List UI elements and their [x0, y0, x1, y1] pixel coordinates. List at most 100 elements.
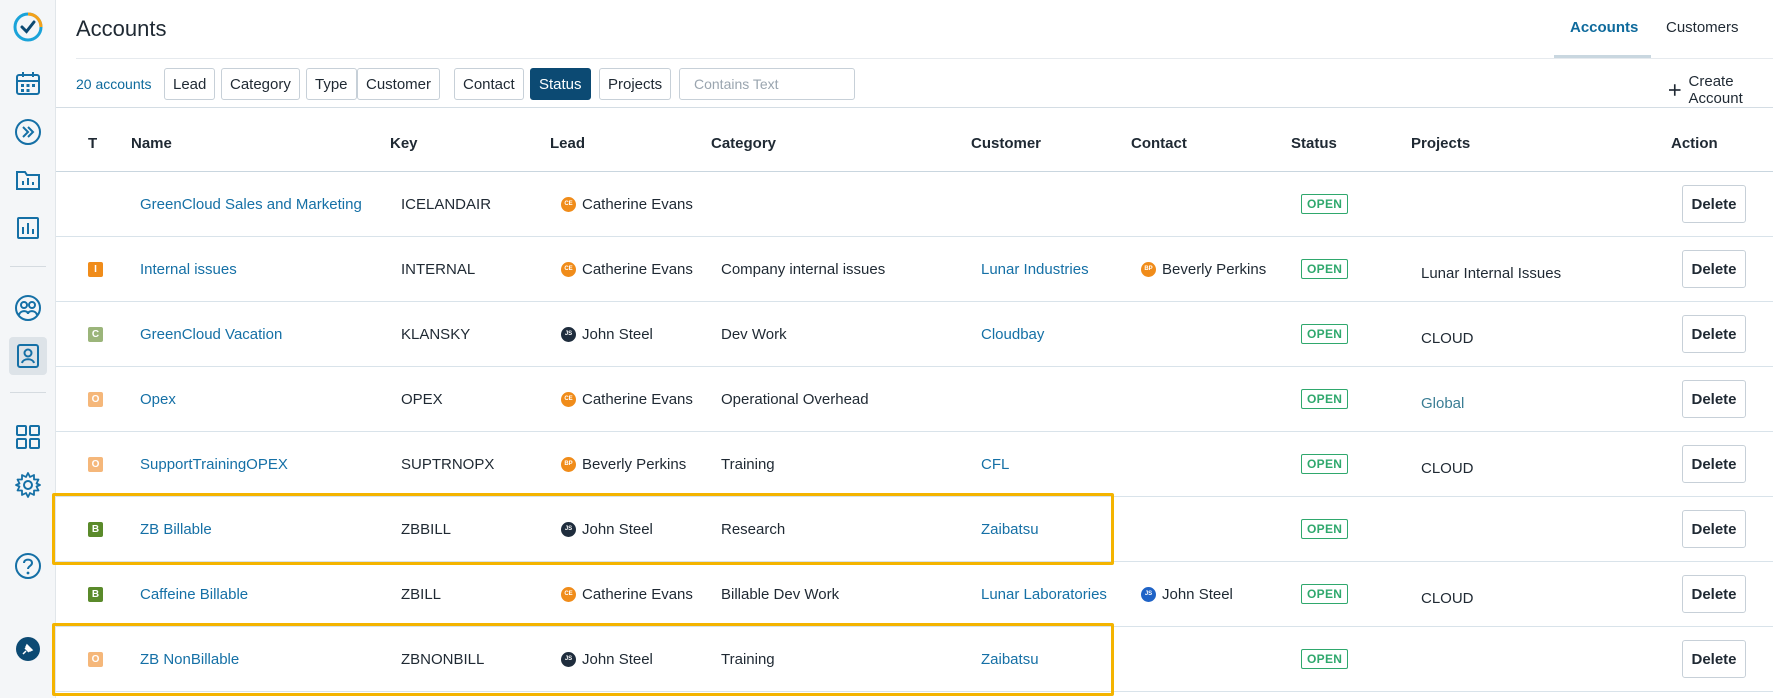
customer-link[interactable]: Lunar Laboratories — [981, 562, 1107, 626]
delete-button[interactable]: Delete — [1682, 380, 1746, 418]
category: Billable Dev Work — [721, 585, 840, 603]
column-header-name[interactable]: Name — [131, 135, 172, 152]
filter-status-button[interactable]: Status — [530, 68, 591, 100]
delete-button[interactable]: Delete — [1682, 640, 1746, 678]
column-header-status[interactable]: Status — [1291, 135, 1337, 152]
lead-cell: CE Catherine Evans — [561, 237, 693, 301]
delete-button[interactable]: Delete — [1682, 575, 1746, 613]
account-key: SUPTRNOPX — [401, 455, 495, 473]
customer-link[interactable]: Lunar Industries — [981, 237, 1089, 301]
account-key: ZBILL — [401, 585, 442, 603]
account-name-link[interactable]: SupportTrainingOPEX — [140, 432, 288, 496]
status-cell: OPEN — [1301, 302, 1349, 366]
team-icon[interactable] — [9, 289, 47, 327]
project-link[interactable]: Global — [1421, 371, 1464, 435]
avatar: JS — [561, 521, 576, 537]
account-name-link[interactable]: ZB NonBillable — [140, 627, 239, 691]
status-badge: OPEN — [1301, 584, 1349, 604]
status-badge: OPEN — [1301, 454, 1349, 474]
column-header-contact[interactable]: Contact — [1131, 135, 1187, 152]
filter-type-button[interactable]: Type — [306, 68, 357, 100]
project-name: CLOUD — [1421, 459, 1474, 477]
status-cell: OPEN — [1301, 562, 1349, 626]
column-header-customer[interactable]: Customer — [971, 135, 1041, 152]
account-key: ZBBILL — [401, 520, 452, 538]
table-row[interactable]: O ZB NonBillable ZBNONBILL JS John Steel Trai… — [56, 627, 1773, 692]
account-key: KLANSKY — [401, 325, 471, 343]
avatar: CE — [561, 261, 576, 277]
create-account-button[interactable]: Create Account — [1669, 73, 1773, 107]
table-row[interactable]: B ZB Billable ZBBILL JS John Steel Research Za… — [56, 497, 1773, 562]
type-cell: O — [88, 627, 103, 691]
account-name-link[interactable]: GreenCloud Vacation — [140, 302, 282, 366]
help-icon[interactable] — [9, 547, 47, 585]
type-badge: O — [88, 391, 103, 407]
filter-projects-button[interactable]: Projects — [599, 68, 672, 100]
lead-cell: BP Beverly Perkins — [561, 432, 686, 496]
column-header-lead[interactable]: Lead — [550, 135, 585, 152]
delete-button[interactable]: Delete — [1682, 445, 1746, 483]
contact-name: Beverly Perkins — [1162, 260, 1267, 278]
customer-link[interactable]: CFL — [981, 432, 1009, 496]
calendar-icon[interactable] — [9, 65, 47, 103]
pin-icon[interactable] — [9, 630, 47, 668]
filter-category-button[interactable]: Category — [221, 68, 300, 100]
lead-cell: JS John Steel — [561, 302, 653, 366]
search-input[interactable] — [679, 68, 855, 100]
status-cell: OPEN — [1301, 367, 1349, 431]
type-cell: B — [88, 497, 103, 561]
table-row[interactable]: I Internal issues INTERNAL CE Catherine Evan… — [56, 237, 1773, 302]
type-badge: B — [88, 586, 103, 602]
bar-chart-icon[interactable] — [9, 209, 47, 247]
apps-grid-icon[interactable] — [9, 418, 47, 456]
avatar: BP — [1141, 261, 1156, 277]
delete-button[interactable]: Delete — [1682, 510, 1746, 548]
column-header-projects[interactable]: Projects — [1411, 135, 1470, 152]
table-row[interactable]: C GreenCloud Vacation KLANSKY JS John Steel D… — [56, 302, 1773, 367]
folder-chart-icon[interactable] — [9, 161, 47, 199]
account-key: INTERNAL — [401, 260, 476, 278]
customer-link[interactable]: Zaibatsu — [981, 627, 1039, 691]
customer-link[interactable]: Zaibatsu — [981, 497, 1039, 561]
type-cell: C — [88, 302, 103, 366]
lead-cell: CE Catherine Evans — [561, 562, 693, 626]
category: Training — [721, 650, 775, 668]
filter-contact-button[interactable]: Contact — [454, 68, 524, 100]
delete-button[interactable]: Delete — [1682, 315, 1746, 353]
status-cell: OPEN — [1301, 627, 1349, 691]
table-row[interactable]: O Opex OPEX CE Catherine Evans Operational Ov… — [56, 367, 1773, 432]
type-badge: O — [88, 651, 103, 667]
avatar: CE — [561, 391, 576, 407]
gear-icon[interactable] — [9, 466, 47, 504]
table-row[interactable]: O SupportTrainingOPEX SUPTRNOPX BP Beverly P… — [56, 432, 1773, 497]
account-card-icon[interactable] — [9, 337, 47, 375]
filter-customer-button[interactable]: Customer — [357, 68, 441, 100]
status-cell: OPEN — [1301, 497, 1349, 561]
delete-button[interactable]: Delete — [1682, 185, 1746, 223]
account-name-link[interactable]: Opex — [140, 367, 176, 431]
project-name: Lunar Internal Issues — [1421, 264, 1562, 282]
filter-lead-button[interactable]: Lead — [164, 68, 216, 100]
tab-accounts[interactable]: Accounts — [1570, 19, 1638, 36]
column-header-action: Action — [1671, 135, 1718, 152]
status-badge: OPEN — [1301, 324, 1349, 344]
account-name-link[interactable]: Internal issues — [140, 237, 237, 301]
account-count: 20 accounts — [76, 76, 152, 92]
table-row[interactable]: GreenCloud Sales and Marketing ICELANDAIR… — [56, 172, 1773, 237]
project-name: CLOUD — [1421, 329, 1474, 347]
column-header-type[interactable]: T — [88, 135, 97, 152]
type-badge: I — [88, 261, 103, 277]
account-name-link[interactable]: ZB Billable — [140, 497, 212, 561]
tab-customers[interactable]: Customers — [1666, 19, 1739, 36]
account-name-link[interactable]: Caffeine Billable — [140, 562, 248, 626]
chevron-double-right-icon[interactable] — [9, 113, 47, 151]
column-header-category[interactable]: Category — [711, 135, 776, 152]
customer-link[interactable]: Cloudbay — [981, 302, 1044, 366]
avatar: BP — [561, 456, 576, 472]
account-name-link[interactable]: GreenCloud Sales and Marketing — [140, 172, 362, 236]
status-badge: OPEN — [1301, 519, 1349, 539]
app-logo-icon[interactable] — [9, 8, 47, 46]
column-header-key[interactable]: Key — [390, 135, 418, 152]
delete-button[interactable]: Delete — [1682, 250, 1746, 288]
table-row[interactable]: B Caffeine Billable ZBILL CE Catherine Evans… — [56, 562, 1773, 627]
